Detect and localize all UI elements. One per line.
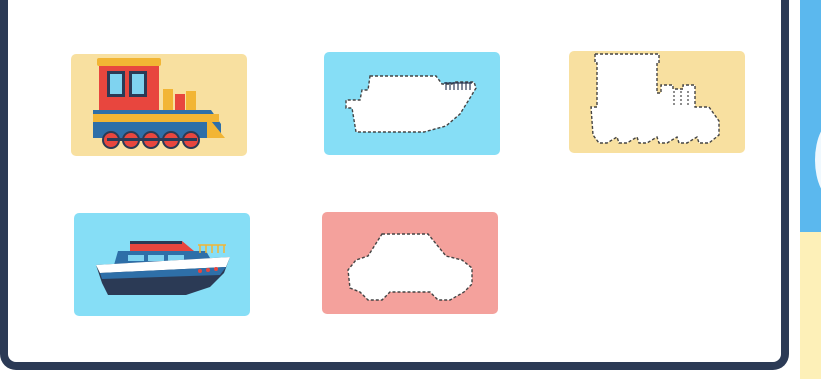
train-outline-icon [590, 53, 720, 144]
ship-outline-icon [345, 75, 477, 133]
ship-icon [96, 241, 230, 295]
car-outline-icon [347, 233, 473, 301]
train-icon [93, 58, 225, 149]
car-silhouette-target[interactable] [322, 212, 498, 314]
train-silhouette-target[interactable] [569, 51, 745, 153]
background-cream-panel [800, 232, 821, 379]
train-picture-card[interactable] [71, 54, 247, 156]
ship-picture-card[interactable] [74, 213, 250, 316]
ship-silhouette-target[interactable] [324, 52, 500, 155]
